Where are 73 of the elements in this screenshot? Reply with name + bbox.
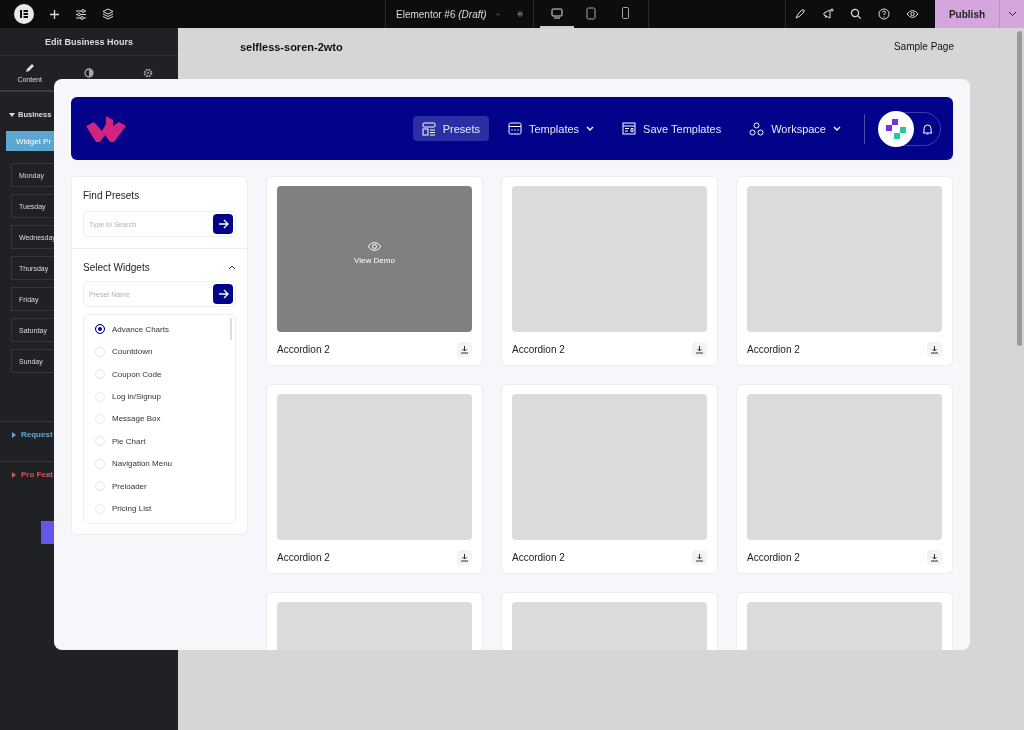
card-title: Accordion 2 [747,344,800,355]
eye-icon [367,241,382,252]
gear-icon [143,68,154,78]
select-widgets-title: Select Widgets [83,262,150,273]
preset-card[interactable]: Accordion 2 [736,176,953,366]
download-icon[interactable] [692,342,707,357]
nav-tab[interactable]: Templates [498,116,604,141]
widget-option[interactable]: Pricing List [95,497,235,520]
widget-option[interactable]: Message Box [95,407,235,431]
card-title: Accordion 2 [277,344,330,355]
card-title: Accordion 2 [747,552,800,563]
find-presets-title: Find Presets [83,190,141,201]
pencil-icon [24,63,35,73]
caret-down-icon[interactable] [9,112,15,117]
sliders-icon[interactable] [75,8,87,20]
calendar-icon [507,122,522,135]
template-icon [622,122,637,135]
view-demo-link[interactable]: View Demo [354,241,395,265]
desktop-icon [551,7,563,19]
widget-option[interactable]: Navigation Menu [95,452,235,476]
menu-link[interactable]: Sample Page [893,41,954,53]
nav-tab[interactable]: Save Templates [613,116,731,141]
chevron-down-icon[interactable] [495,11,500,17]
help-icon[interactable] [878,8,890,20]
nav-tab[interactable]: Workspace [740,116,850,141]
scrollbar[interactable] [1017,31,1022,346]
nav-tab[interactable]: Presets [412,116,489,141]
preset-card[interactable]: Accordion 2 [736,384,953,574]
widget-option[interactable]: Log in/Signup [95,385,235,408]
widget-option[interactable]: Advance Charts [95,318,235,341]
bell-icon[interactable] [922,122,933,135]
preset-card[interactable]: View Demo Accordion 2 [266,176,483,366]
search-icon[interactable] [850,8,862,20]
download-icon[interactable] [457,550,472,565]
circles-icon [749,121,765,136]
eye-icon[interactable] [906,9,919,19]
download-icon[interactable] [927,342,942,357]
document-title[interactable]: Elementor #6 (Draft) [396,8,487,20]
logo-icon[interactable] [14,4,34,24]
rocket-icon[interactable] [794,8,806,20]
download-icon[interactable] [927,550,942,565]
layers-icon[interactable] [102,8,114,20]
collapsed-section[interactable]: Request [21,430,53,439]
contrast-icon [84,68,94,78]
panel-title: Edit Business Hours [0,28,178,56]
megaphone-icon[interactable] [822,8,834,20]
publish-button[interactable]: Publish [935,0,999,28]
preset-card[interactable]: Accordion 2 [501,384,718,574]
chevron-icon[interactable] [228,265,236,270]
widget-option[interactable]: Pie Chart [95,430,235,453]
card-title: Accordion 2 [512,552,565,563]
widget-option[interactable]: Countdown [95,340,235,363]
card-title: Accordion 2 [512,344,565,355]
collapsed-section[interactable]: Pro Feat [21,470,53,479]
chevron-down-icon [1007,11,1017,17]
mobile-icon [621,7,629,19]
arrow-right-icon[interactable] [213,284,233,304]
tablet-icon [586,6,596,20]
preset-card[interactable]: Accordion 2 [501,176,718,366]
download-icon[interactable] [457,342,472,357]
card-title: Accordion 2 [277,552,330,563]
arrow-right-icon[interactable] [213,214,233,234]
widget-option[interactable]: Coupon Code [95,362,235,386]
preset-card[interactable]: Accordion 2 [266,384,483,574]
download-icon[interactable] [692,550,707,565]
presets-icon [421,121,436,136]
caret-right-icon[interactable] [12,431,16,438]
widget-option[interactable]: Preloader [95,475,235,498]
caret-right-icon[interactable] [12,471,16,478]
add-icon[interactable] [49,8,60,20]
avatar[interactable] [878,110,914,147]
site-title[interactable]: selfless-soren-2wto [240,41,343,53]
logo-icon [85,114,127,143]
